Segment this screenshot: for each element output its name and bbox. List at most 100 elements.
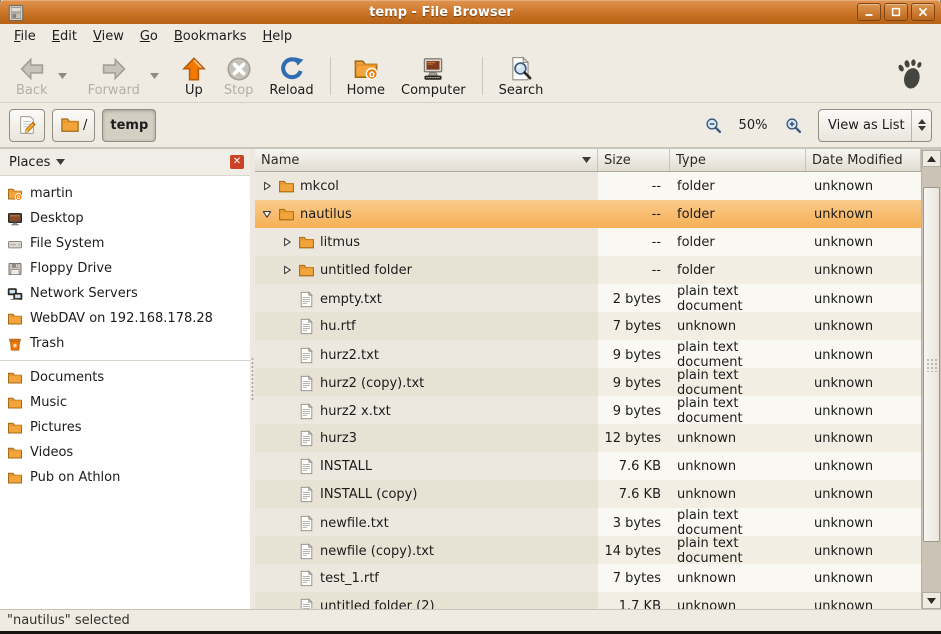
expander-expanded-icon[interactable] bbox=[260, 209, 274, 219]
close-sidebar-button[interactable]: ✕ bbox=[230, 155, 244, 169]
sidebar-item-pictures[interactable]: Pictures bbox=[0, 415, 250, 440]
sidebar-item-desktop[interactable]: Desktop bbox=[0, 206, 250, 231]
sidebar-item-file-system[interactable]: File System bbox=[0, 231, 250, 256]
menu-file[interactable]: File bbox=[6, 26, 44, 47]
root-folder-label: / bbox=[83, 118, 87, 133]
vertical-scrollbar[interactable] bbox=[921, 149, 941, 609]
pane-resize-handle[interactable] bbox=[250, 148, 255, 609]
sidebar-item-videos[interactable]: Videos bbox=[0, 440, 250, 465]
text-file-icon bbox=[298, 598, 316, 610]
table-row-mkcol[interactable]: mkcol--folderunknown bbox=[255, 172, 921, 200]
table-row-hu-rtf[interactable]: hu.rtf7 bytesunknownunknown bbox=[255, 312, 921, 340]
home-button[interactable]: Home bbox=[339, 53, 393, 99]
file-name: hurz2 x.txt bbox=[320, 404, 391, 419]
path-button-temp[interactable]: temp bbox=[102, 109, 156, 142]
menu-view[interactable]: View bbox=[85, 26, 132, 47]
titlebar[interactable]: temp - File Browser bbox=[0, 0, 941, 24]
menu-go[interactable]: Go bbox=[132, 26, 166, 47]
column-header-date-modified[interactable]: Date Modified bbox=[806, 149, 921, 171]
file-type: plain text document bbox=[670, 396, 806, 426]
minimize-button[interactable] bbox=[857, 3, 881, 21]
list-header: Name Size Type Date Modified bbox=[255, 149, 921, 172]
root-folder-button[interactable]: / bbox=[52, 109, 95, 142]
places-sidebar: Places ✕ martinDesktop File System Floppy … bbox=[0, 148, 250, 609]
close-button[interactable] bbox=[911, 3, 935, 21]
expander-collapsed-icon[interactable] bbox=[280, 265, 294, 275]
file-size: 14 bytes bbox=[598, 536, 670, 566]
column-header-size[interactable]: Size bbox=[598, 149, 670, 171]
zoom-level: 50% bbox=[732, 118, 774, 133]
file-date-modified: unknown bbox=[806, 452, 921, 480]
table-row-untitled-folder-2-[interactable]: untitled folder (2)1.7 KBunknownunknown bbox=[255, 592, 921, 609]
table-row-hurz3[interactable]: hurz312 bytesunknownunknown bbox=[255, 424, 921, 452]
scrollbar-trough[interactable] bbox=[922, 167, 941, 592]
table-row-nautilus[interactable]: nautilus--folderunknown bbox=[255, 200, 921, 228]
table-row-newfile-txt[interactable]: newfile.txt3 bytesplain text documentunk… bbox=[255, 508, 921, 536]
menu-edit[interactable]: Edit bbox=[44, 26, 85, 47]
table-row-test-1-rtf[interactable]: test_1.rtf7 bytesunknownunknown bbox=[255, 564, 921, 592]
menu-help[interactable]: Help bbox=[255, 26, 301, 47]
computer-button[interactable]: Computer bbox=[393, 53, 474, 99]
up-button[interactable]: Up bbox=[172, 53, 216, 99]
edit-location-button[interactable] bbox=[9, 109, 45, 142]
sidebar-item-pub-on-athlon[interactable]: Pub on Athlon bbox=[0, 465, 250, 490]
table-row-hurz2-txt[interactable]: hurz2.txt9 bytesplain text documentunkno… bbox=[255, 340, 921, 368]
magnifier-minus-icon bbox=[705, 117, 722, 134]
sidebar-item-martin[interactable]: martin bbox=[0, 181, 250, 206]
network-icon bbox=[7, 286, 23, 302]
sidebar-item-webdav-on-192-168-178-28[interactable]: WebDAV on 192.168.178.28 bbox=[0, 306, 250, 331]
statusbar: "nautilus" selected bbox=[0, 609, 941, 631]
folder-icon bbox=[278, 178, 296, 195]
sidebar-item-music[interactable]: Music bbox=[0, 390, 250, 415]
text-file-icon bbox=[298, 486, 316, 503]
table-row-untitled-folder[interactable]: untitled folder--folderunknown bbox=[255, 256, 921, 284]
table-row-empty-txt[interactable]: empty.txt2 bytesplain text documentunkno… bbox=[255, 284, 921, 312]
text-file-icon bbox=[298, 291, 316, 308]
trash-icon bbox=[7, 336, 23, 352]
file-name: INSTALL bbox=[320, 459, 372, 474]
file-date-modified: unknown bbox=[806, 480, 921, 508]
column-header-name[interactable]: Name bbox=[255, 149, 598, 171]
place-label: File System bbox=[30, 236, 104, 251]
table-row-hurz2-x-txt[interactable]: hurz2 x.txt9 bytesplain text documentunk… bbox=[255, 396, 921, 424]
text-file-icon bbox=[298, 570, 316, 587]
table-row-hurz2-copy-txt[interactable]: hurz2 (copy).txt9 bytesplain text docume… bbox=[255, 368, 921, 396]
edit-location-icon bbox=[17, 115, 37, 135]
sidebar-item-documents[interactable]: Documents bbox=[0, 365, 250, 390]
sidebar-item-network-servers[interactable]: Network Servers bbox=[0, 281, 250, 306]
file-type: plain text document bbox=[670, 536, 806, 566]
file-type: plain text document bbox=[670, 340, 806, 370]
view-mode-select[interactable]: View as List bbox=[818, 109, 932, 142]
file-size: 12 bytes bbox=[598, 424, 670, 452]
sidebar-item-trash[interactable]: Trash bbox=[0, 331, 250, 356]
back-history-dropdown bbox=[56, 73, 70, 79]
table-row-install[interactable]: INSTALL7.6 KBunknownunknown bbox=[255, 452, 921, 480]
table-row-litmus[interactable]: litmus--folderunknown bbox=[255, 228, 921, 256]
scroll-down-button[interactable] bbox=[922, 592, 941, 609]
forward-button: Forward bbox=[80, 53, 148, 99]
expander-collapsed-icon[interactable] bbox=[260, 181, 274, 191]
sidebar-item-floppy-drive[interactable]: Floppy Drive bbox=[0, 256, 250, 281]
expander-collapsed-icon[interactable] bbox=[280, 237, 294, 247]
view-mode-spinner[interactable] bbox=[911, 110, 931, 141]
file-date-modified: unknown bbox=[806, 536, 921, 566]
zoom-out-button[interactable] bbox=[701, 112, 725, 138]
menu-bookmarks[interactable]: Bookmarks bbox=[166, 26, 255, 47]
window-menu-icon[interactable] bbox=[7, 4, 25, 21]
table-row-newfile-copy-txt[interactable]: newfile (copy).txt14 bytesplain text doc… bbox=[255, 536, 921, 564]
maximize-button[interactable] bbox=[884, 3, 908, 21]
column-header-type[interactable]: Type bbox=[670, 149, 806, 171]
scrollbar-thumb[interactable] bbox=[923, 187, 940, 542]
place-label: Documents bbox=[30, 370, 104, 385]
folder-icon bbox=[298, 262, 316, 279]
place-label: Floppy Drive bbox=[30, 261, 112, 276]
zoom-in-button[interactable] bbox=[781, 112, 805, 138]
file-size: 1.7 KB bbox=[598, 592, 670, 609]
scroll-up-button[interactable] bbox=[922, 150, 941, 167]
places-selector[interactable]: Places bbox=[9, 155, 65, 170]
back-arrow-icon bbox=[19, 55, 45, 83]
search-button[interactable]: Search bbox=[491, 53, 552, 99]
desktop-icon bbox=[7, 211, 23, 227]
table-row-install-copy-[interactable]: INSTALL (copy)7.6 KBunknownunknown bbox=[255, 480, 921, 508]
reload-button[interactable]: Reload bbox=[261, 53, 321, 99]
